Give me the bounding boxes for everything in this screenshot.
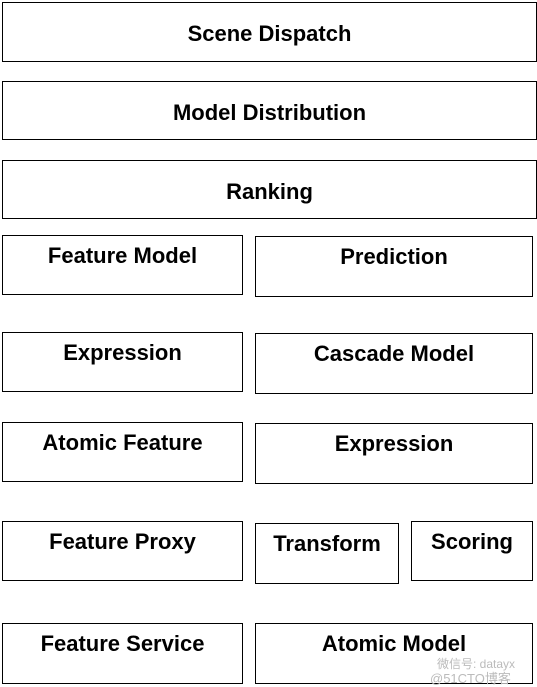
feature-service-label: Feature Service [40, 631, 205, 656]
feature-proxy-box: Feature Proxy [2, 521, 243, 581]
expression-left-box: Expression [2, 332, 243, 392]
expression-left-label: Expression [63, 340, 182, 365]
prediction-box: Prediction [255, 236, 533, 297]
atomic-feature-label: Atomic Feature [42, 430, 203, 455]
atomic-model-label: Atomic Model [321, 631, 467, 656]
cascade-model-label: Cascade Model [313, 341, 475, 366]
cascade-model-box: Cascade Model [255, 333, 533, 394]
ranking-label: Ranking [226, 179, 313, 204]
transform-label: Transform [273, 531, 381, 556]
model-distribution-label: Model Distribution [172, 100, 367, 125]
expression-right-label: Expression [334, 431, 454, 456]
scoring-box: Scoring [411, 521, 533, 581]
atomic-feature-box: Atomic Feature [2, 422, 243, 482]
transform-box: Transform [255, 523, 399, 584]
scene-dispatch-label: Scene Dispatch [187, 21, 352, 46]
scene-dispatch-box: Scene Dispatch [2, 2, 537, 62]
model-distribution-box: Model Distribution [2, 81, 537, 140]
feature-model-box: Feature Model [2, 235, 243, 295]
feature-service-box: Feature Service [2, 623, 243, 684]
scoring-label: Scoring [431, 529, 513, 554]
expression-right-box: Expression [255, 423, 533, 484]
prediction-label: Prediction [340, 244, 448, 269]
feature-model-label: Feature Model [47, 243, 198, 268]
watermark-51cto: @51CTO博客 [430, 671, 511, 686]
ranking-box: Ranking [2, 160, 537, 219]
feature-proxy-label: Feature Proxy [49, 529, 196, 554]
